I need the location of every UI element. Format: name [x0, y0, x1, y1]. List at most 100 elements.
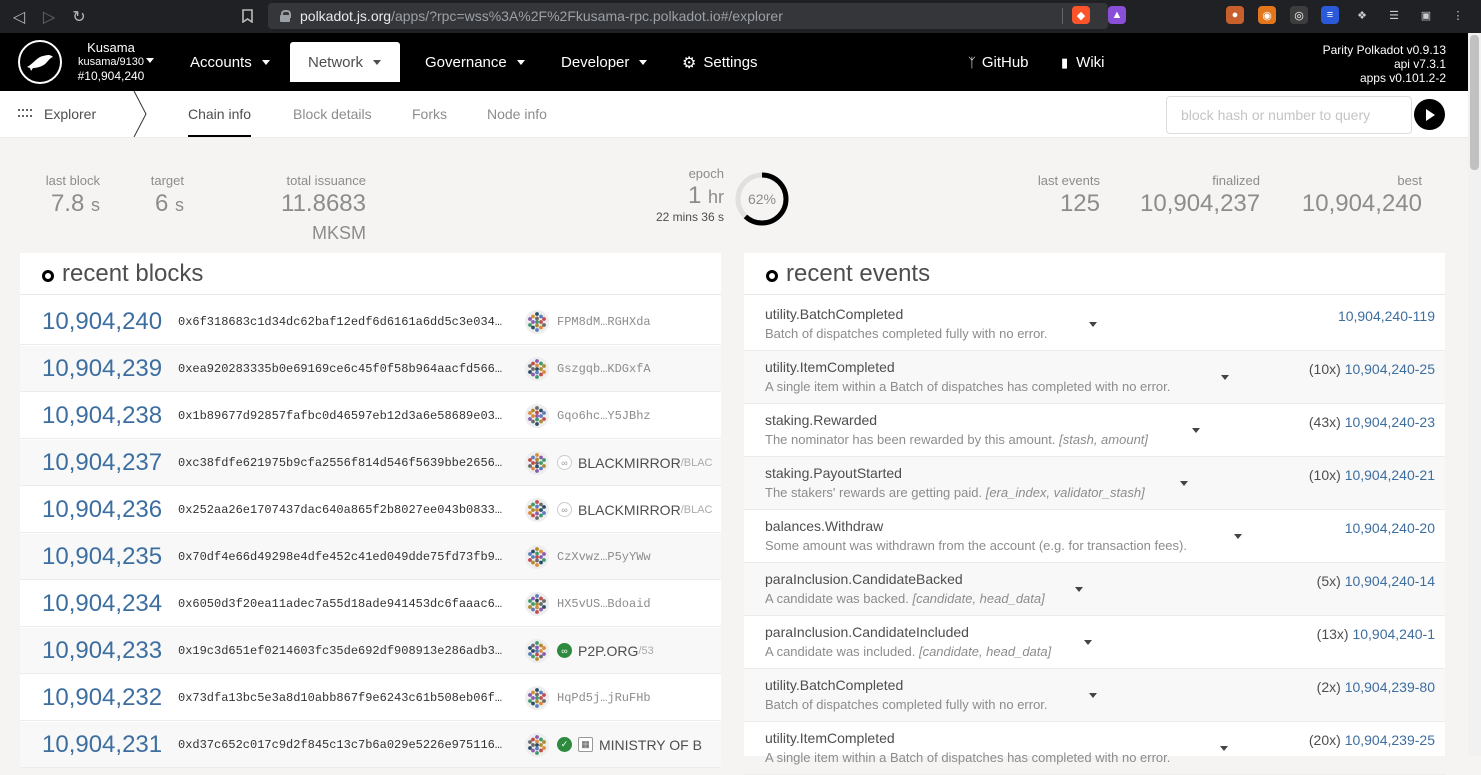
identicon-icon[interactable] [525, 310, 549, 334]
stat-finalized-label: finalized [1212, 173, 1260, 188]
menu-icon[interactable]: ⋮ [1449, 6, 1467, 24]
address-bar[interactable]: polkadot.js.org/apps/?rpc=wss%3A%2F%2Fku… [268, 3, 1108, 29]
extension-icon[interactable]: ● [1226, 6, 1244, 24]
event-block-link[interactable]: 10,904,239-25 [1345, 732, 1435, 748]
menu-developer-label: Developer [561, 54, 630, 71]
block-number-link[interactable]: 10,904,235 [42, 543, 162, 571]
event-ref: 10,904,240-20 [1345, 520, 1435, 536]
block-author-link[interactable]: CzXvwz…P5yYWw [557, 550, 651, 564]
table-row: 10,904,237 0xc38fdfe621975b9cfa2556f814d5… [20, 440, 721, 486]
block-author-link[interactable]: HqPd5j…jRuFHb [557, 691, 651, 705]
block-number-link[interactable]: 10,904,233 [42, 637, 162, 665]
query-submit-button[interactable] [1414, 99, 1445, 130]
block-number-link[interactable]: 10,904,236 [42, 496, 162, 524]
kusama-logo-icon[interactable] [18, 40, 62, 84]
event-block-link[interactable]: 10,904,240-1 [1352, 626, 1435, 642]
block-author-link[interactable]: ∞ P2P.ORG/53 [557, 643, 654, 659]
extension-two-icon[interactable]: ◎ [1290, 6, 1308, 24]
identicon-icon[interactable] [525, 498, 549, 522]
expand-chevron-icon[interactable] [1220, 746, 1228, 751]
tab-block-details[interactable]: Block details [284, 91, 381, 137]
brave-shield-icon[interactable]: ◆ [1072, 6, 1090, 24]
stat-epoch: epoch 1 hr 22 mins 36 s [640, 166, 724, 224]
list-item: staking.PayoutStarted The stakers' reward… [744, 457, 1445, 510]
event-description-text: Batch of dispatches completed fully with… [765, 697, 1048, 712]
block-author-link[interactable]: Gszgqb…KDGxfA [557, 362, 651, 376]
playlist-icon[interactable]: ☰ [1385, 6, 1403, 24]
block-number-link[interactable]: 10,904,234 [42, 590, 162, 618]
expand-chevron-icon[interactable] [1192, 428, 1200, 433]
page-scrollbar[interactable] [1468, 33, 1481, 756]
block-author-link[interactable]: HX5vUS…Bdoaid [557, 597, 651, 611]
expand-chevron-icon[interactable] [1089, 693, 1097, 698]
link-icon: ∞ [557, 455, 572, 470]
menu-wiki[interactable]: ▮ Wiki [1043, 42, 1122, 83]
event-ref: (13x) 10,904,240-1 [1317, 626, 1435, 642]
menu-accounts[interactable]: Accounts [172, 42, 288, 83]
chain-selector[interactable]: Kusama kusama/9130 #10,904,240 [66, 40, 156, 84]
block-number-link[interactable]: 10,904,238 [42, 402, 162, 430]
block-author-link[interactable]: FPM8dM…RGHXda [557, 315, 651, 329]
rewards-icon[interactable]: ▲ [1108, 6, 1126, 24]
expand-chevron-icon[interactable] [1180, 481, 1188, 486]
reload-icon[interactable]: ↻ [68, 6, 90, 28]
identicon-icon[interactable] [525, 451, 549, 475]
block-number-link[interactable]: 10,904,240 [42, 308, 162, 336]
event-block-link[interactable]: 10,904,240-21 [1345, 467, 1435, 483]
block-number-link[interactable]: 10,904,239 [42, 355, 162, 383]
block-author-link[interactable]: Gqo6hc…Y5JBhz [557, 409, 651, 423]
event-block-link[interactable]: 10,904,240-119 [1338, 308, 1435, 324]
block-author-link[interactable]: ∞ BLACKMIRROR/BLAC [557, 502, 712, 518]
expand-chevron-icon[interactable] [1084, 640, 1092, 645]
event-name: paraInclusion.CandidateBacked [765, 571, 963, 587]
menu-network[interactable]: Network [290, 42, 400, 82]
expand-chevron-icon[interactable] [1234, 534, 1242, 539]
list-item: utility.BatchCompleted Batch of dispatche… [744, 669, 1445, 722]
menu-governance[interactable]: Governance [407, 42, 543, 83]
event-block-link[interactable]: 10,904,240-23 [1345, 414, 1435, 430]
tab-node-info[interactable]: Node info [478, 91, 556, 137]
puzzle-icon[interactable]: ❖ [1353, 6, 1371, 24]
event-args: [era_index, validator_stash] [985, 485, 1145, 500]
scrollbar-thumb[interactable] [1470, 35, 1479, 170]
tab-chain-info[interactable]: Chain info [179, 91, 260, 137]
bookmark-icon[interactable] [236, 5, 258, 27]
metamask-icon[interactable]: ◉ [1258, 6, 1276, 24]
tab-forks[interactable]: Forks [403, 91, 456, 137]
identicon-icon[interactable] [525, 357, 549, 381]
menu-settings[interactable]: ⚙ Settings [664, 42, 776, 83]
block-author-link[interactable]: ✓ ▦ MINISTRY OF B [557, 737, 702, 753]
expand-chevron-icon[interactable] [1089, 322, 1097, 327]
menu-github[interactable]: ᛉ GitHub [950, 42, 1047, 83]
identicon-icon[interactable] [525, 592, 549, 616]
expand-chevron-icon[interactable] [1221, 375, 1229, 380]
forward-icon[interactable]: ▷ [38, 6, 60, 28]
expand-chevron-icon[interactable] [1075, 587, 1083, 592]
back-icon[interactable]: ◁ [8, 6, 30, 28]
event-block-link[interactable]: 10,904,240-20 [1345, 520, 1435, 536]
event-count: (20x) [1308, 732, 1341, 748]
identicon-icon[interactable] [525, 639, 549, 663]
extension-three-icon[interactable]: ≡ [1321, 6, 1339, 24]
block-number-link[interactable]: 10,904,237 [42, 449, 162, 477]
stat-total-issuance-unit: MKSM [312, 223, 366, 243]
author-suffix: /BLAC [680, 503, 713, 516]
event-block-link[interactable]: 10,904,240-25 [1345, 361, 1435, 377]
event-args: [candidate, head_data] [918, 644, 1052, 659]
block-author-link[interactable]: ∞ BLACKMIRROR/BLAC [557, 455, 712, 471]
chain-name: Kusama [87, 40, 135, 55]
identicon-icon[interactable] [525, 404, 549, 428]
block-number-link[interactable]: 10,904,231 [42, 731, 162, 759]
event-block-link[interactable]: 10,904,239-80 [1345, 679, 1435, 695]
block-number-link[interactable]: 10,904,232 [42, 684, 162, 712]
wallet-icon[interactable]: ▣ [1417, 6, 1435, 24]
menu-developer[interactable]: Developer [543, 42, 665, 83]
block-query-input[interactable] [1166, 96, 1412, 134]
stat-epoch-value: 1 [687, 182, 702, 209]
identicon-icon[interactable] [525, 686, 549, 710]
list-item: utility.ItemCompleted A single item withi… [744, 722, 1445, 775]
identicon-icon[interactable] [525, 733, 549, 757]
gear-icon: ⚙ [682, 54, 697, 72]
event-block-link[interactable]: 10,904,240-14 [1345, 573, 1435, 589]
identicon-icon[interactable] [525, 545, 549, 569]
